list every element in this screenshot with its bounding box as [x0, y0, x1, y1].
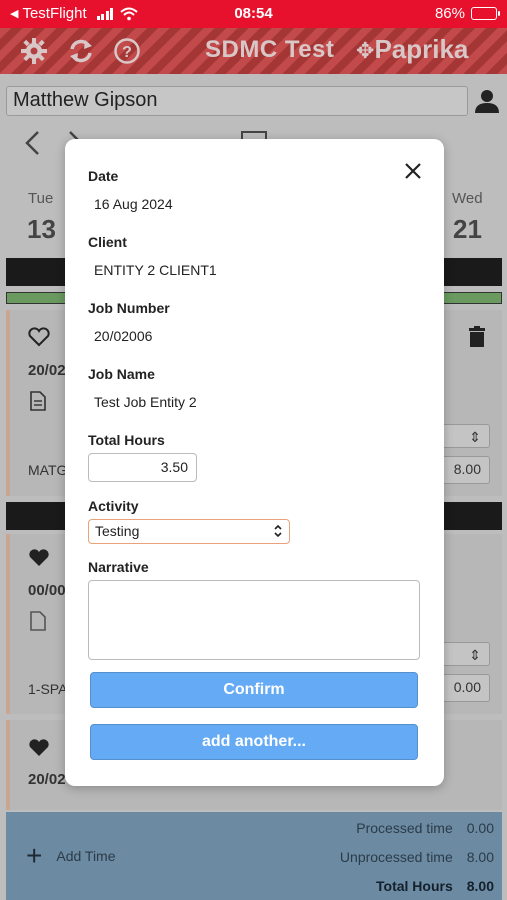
trash-icon[interactable] — [468, 326, 486, 348]
brand-mark-icon: ✥ — [356, 38, 375, 63]
processed-row: Processed time 0.00 — [356, 820, 494, 836]
card-job-number: 20/02 — [28, 362, 66, 379]
heart-filled-icon[interactable] — [28, 548, 50, 568]
day-name-tue: Tue — [28, 190, 54, 207]
chevron-left-icon[interactable] — [24, 130, 40, 156]
total-hours-input[interactable]: 3.50 — [88, 453, 197, 482]
heart-filled-icon-3[interactable] — [28, 738, 50, 758]
narrative-textarea[interactable] — [88, 580, 420, 660]
total-hours-row: Total Hours 8.00 — [376, 878, 494, 894]
chevron-updown-icon: ⇕ — [469, 429, 481, 445]
card-2-job-number: 00/00 — [28, 582, 66, 599]
narrative-label: Narrative — [88, 559, 149, 575]
unprocessed-label: Unprocessed time — [339, 849, 453, 865]
chevron-updown-icon: ⇕ — [469, 647, 481, 663]
job-number-label: Job Number — [88, 300, 170, 316]
job-number-value: 20/02006 — [94, 328, 153, 344]
summary-footer: + Add Time Processed time 0.00 Unprocess… — [6, 812, 502, 900]
unprocessed-value: 8.00 — [466, 849, 494, 865]
card-3-job-number: 20/02 — [28, 771, 66, 788]
help-icon[interactable]: ? — [113, 37, 141, 65]
client-value: ENTITY 2 CLIENT1 — [94, 262, 217, 278]
processed-label: Processed time — [356, 820, 453, 836]
total-hours-value: 8.00 — [466, 878, 494, 894]
time-entry-modal: Date 16 Aug 2024 Client ENTITY 2 CLIENT1… — [65, 139, 444, 786]
document-icon — [30, 391, 46, 411]
card-activity-select[interactable]: ⇕ — [438, 424, 490, 448]
total-hours-label: Total Hours — [376, 878, 453, 894]
refresh-icon[interactable] — [67, 37, 95, 65]
processed-value: 0.00 — [466, 820, 494, 836]
app-title: SDMC Test — [205, 36, 335, 63]
employee-name-field[interactable]: Matthew Gipson — [6, 86, 468, 116]
add-time-button[interactable]: + Add Time — [26, 840, 116, 871]
activity-select[interactable]: Testing — [88, 519, 290, 544]
day-number-tue[interactable]: 13 — [27, 214, 56, 245]
card-2-hours[interactable]: 0.00 — [438, 674, 490, 702]
total-hours-label: Total Hours — [88, 432, 165, 448]
date-label: Date — [88, 168, 119, 184]
activity-selected-value: Testing — [95, 523, 140, 539]
confirm-button[interactable]: Confirm — [90, 672, 418, 708]
client-label: Client — [88, 234, 127, 250]
card-2-activity-select[interactable]: ⇕ — [438, 642, 490, 666]
app-header: ? SDMC Test ✥Paprika — [0, 28, 507, 74]
battery-percent: 86% — [434, 5, 465, 22]
job-name-value: Test Job Entity 2 — [94, 394, 197, 410]
close-icon[interactable] — [401, 159, 425, 183]
status-bar: ◀ TestFlight 08:54 86% — [0, 0, 507, 28]
document-icon-2 — [30, 611, 46, 631]
date-value: 16 Aug 2024 — [94, 196, 173, 212]
add-another-button[interactable]: add another... — [90, 724, 418, 760]
activity-label: Activity — [88, 498, 139, 514]
job-name-label: Job Name — [88, 366, 155, 382]
brand-logo: ✥Paprika — [356, 34, 469, 64]
unprocessed-row: Unprocessed time 8.00 — [340, 849, 494, 865]
card-hours[interactable]: 8.00 — [438, 456, 490, 484]
day-name-wed: Wed — [452, 190, 483, 207]
day-number-wed[interactable]: 21 — [453, 214, 482, 245]
battery-icon — [471, 7, 500, 20]
heart-outline-icon[interactable] — [28, 327, 50, 347]
chevron-updown-icon — [274, 524, 282, 538]
add-time-label: Add Time — [56, 848, 116, 864]
svg-text:?: ? — [122, 44, 132, 61]
gear-icon[interactable] — [20, 37, 48, 65]
card-code: MATG — [28, 462, 68, 478]
user-icon[interactable] — [474, 88, 500, 114]
plus-icon: + — [26, 840, 43, 871]
clock: 08:54 — [234, 5, 273, 22]
